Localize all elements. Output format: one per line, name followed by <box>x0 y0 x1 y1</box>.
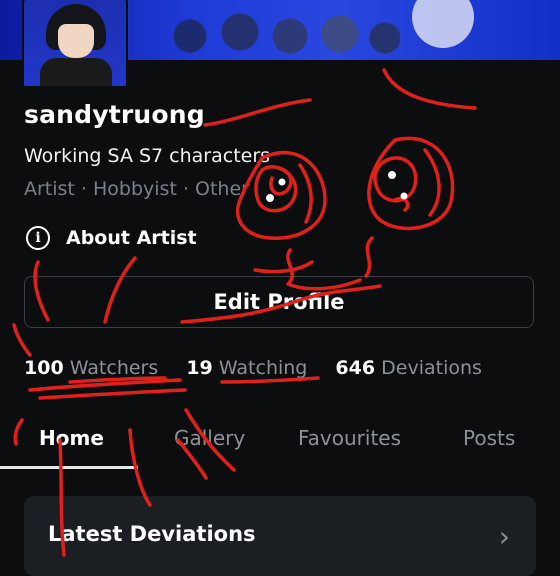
section-title: Latest Deviations <box>48 522 256 546</box>
stat-watchers[interactable]: 100 Watchers <box>24 357 158 379</box>
about-artist-label: About Artist <box>66 227 197 249</box>
profile-stats: 100 Watchers 19 Watching 646 Deviations <box>24 357 504 379</box>
banner-artwork <box>170 6 400 60</box>
banner-moon <box>412 0 474 48</box>
latest-deviations-section[interactable]: Latest Deviations › <box>24 496 536 576</box>
username: sandytruong <box>24 100 205 129</box>
stat-deviations[interactable]: 646 Deviations <box>335 357 482 379</box>
info-icon: i <box>26 226 50 250</box>
chevron-right-icon[interactable]: › <box>499 520 510 553</box>
profile-tagline: Working SA S7 characters <box>24 145 271 167</box>
tab-gallery[interactable]: Gallery <box>174 426 245 450</box>
edit-profile-button[interactable]: Edit Profile <box>24 276 534 328</box>
avatar[interactable] <box>22 0 128 88</box>
tab-favourites[interactable]: Favourites <box>298 426 401 450</box>
active-tab-indicator <box>0 466 138 469</box>
profile-tabs: Home Gallery Favourites Posts <box>0 422 560 469</box>
tab-home[interactable]: Home <box>39 426 104 450</box>
about-artist-link[interactable]: i About Artist <box>26 226 197 250</box>
profile-roles: Artist · Hobbyist · Other <box>24 178 249 200</box>
tab-posts[interactable]: Posts <box>463 426 515 450</box>
stat-watching[interactable]: 19 Watching <box>186 357 307 379</box>
